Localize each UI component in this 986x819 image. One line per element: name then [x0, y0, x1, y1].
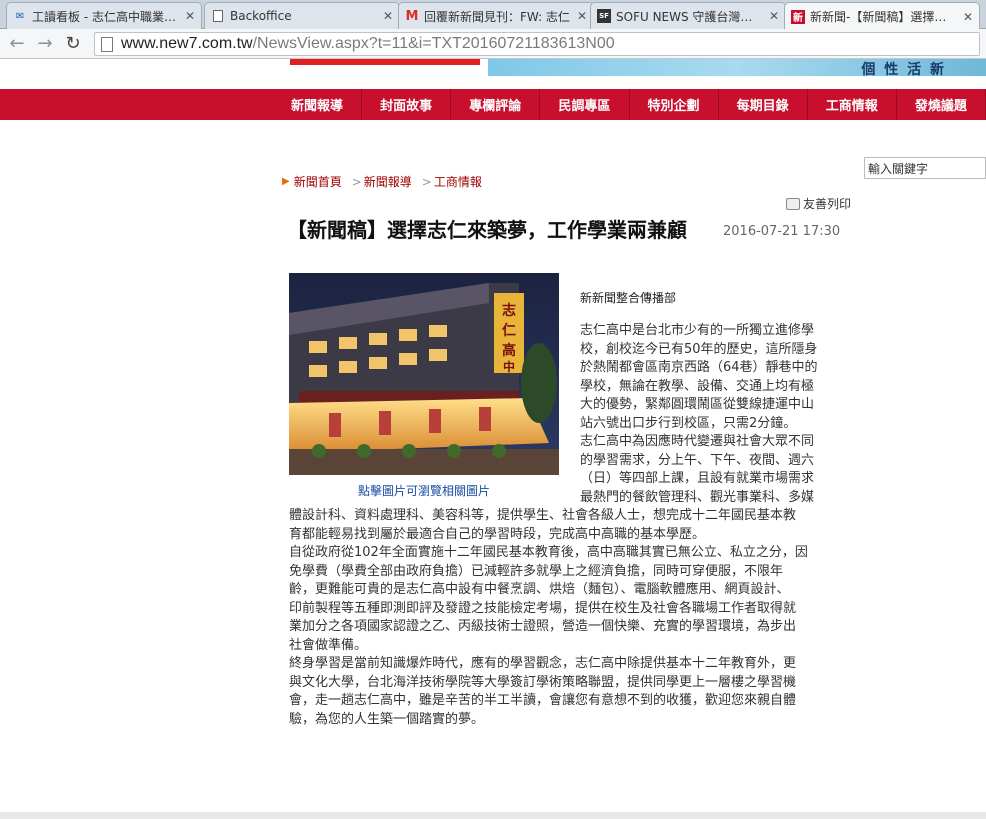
site-logo[interactable]: [290, 59, 480, 65]
article-line: 社會做準備。: [289, 637, 368, 653]
browser-tab-bar: ✉ 工讀看板 - 志仁高中職業進修學校 ✕ Backoffice ✕ M 回覆新…: [0, 0, 986, 30]
article-byline: 新新聞整合傳播部: [580, 291, 677, 305]
breadcrumb-business[interactable]: 工商情報: [434, 173, 482, 190]
close-tab-icon[interactable]: ✕: [769, 9, 779, 23]
article-date: 2016-07-21 17:30: [723, 224, 841, 239]
browser-tab[interactable]: SF SOFU NEWS 守護台灣新聞網 ✕: [590, 2, 786, 29]
article-body-side: 志仁高中是台北市少有的一所獨立進修學 校，創校迄今已有50年的歷史，這所隱身 於…: [580, 322, 850, 507]
article-line: 學校，無論在教學、設備、交通上均有極: [580, 378, 815, 394]
breadcrumb-home[interactable]: 新聞首頁: [294, 173, 342, 190]
nav-item-polls[interactable]: 民調專區: [540, 89, 630, 120]
breadcrumb-separator: >: [351, 174, 362, 189]
main-navigation: 新聞報導 封面故事 專欄評論 民調專區 特別企劃 每期目錄 工商情報 發燒議題: [0, 89, 986, 120]
article-line: （日）等四部上課，且設有就業市場需求: [580, 471, 815, 486]
breadcrumb: ▶ 新聞首頁 > 新聞報導 > 工商情報: [282, 173, 492, 190]
footer-divider: [0, 812, 986, 819]
nav-item-hot-topics[interactable]: 發燒議題: [897, 89, 986, 120]
article-line: 最熱門的餐飲管理科、觀光事業科、多媒: [580, 489, 815, 505]
page-icon: [211, 9, 225, 23]
article-line: 志仁高中為因應時代變遷與社會大眾不同: [580, 434, 815, 449]
svg-text:仁: 仁: [502, 322, 516, 339]
print-friendly-link[interactable]: 友善列印: [786, 195, 851, 212]
back-arrow-icon[interactable]: ←: [6, 33, 28, 55]
article-line: 志仁高中是台北市少有的一所獨立進修學: [580, 323, 815, 338]
article-line: 會，走一趟志仁高中，雖是辛苦的半工半讀，會讓您有意想不到的收獲，歡迎您來親自體: [289, 693, 797, 708]
close-tab-icon[interactable]: ✕: [963, 10, 973, 24]
forward-arrow-icon[interactable]: →: [34, 33, 56, 55]
browser-tab[interactable]: Backoffice ✕: [204, 2, 400, 29]
article-line: 業加分之各項國家認證之乙、丙級技術士證照，營造一個快樂、充實的學習環境，為步出: [289, 619, 797, 634]
article-line: 體設計科、資料處理科、美容科等，提供學生、社會各級人士，想完成十二年國民基本教: [289, 508, 797, 523]
nav-item-business[interactable]: 工商情報: [808, 89, 897, 120]
page-icon: [101, 36, 113, 52]
site-header: 個 性 活 新: [0, 59, 986, 89]
nav-item-special[interactable]: 特別企劃: [630, 89, 719, 120]
nav-item-cover-story[interactable]: 封面故事: [362, 89, 452, 120]
article-line: 免學費（學費全部由政府負擔）已減輕許多就學上之經濟負擔，同時可穿便服，不限年: [289, 563, 784, 579]
article-body: 體設計科、資料處理科、美容科等，提供學生、社會各級人士，想完成十二年國民基本教 …: [289, 507, 849, 729]
browser-toolbar: ← → ↻ www.new7.com.tw/NewsView.aspx?t=11…: [0, 29, 986, 59]
breadcrumb-news[interactable]: 新聞報導: [364, 173, 412, 190]
article-title: 【新聞稿】選擇志仁來築夢，工作學業兩兼顧: [287, 218, 687, 242]
photo-caption-link[interactable]: 點擊圖片可瀏覽相關圖片: [289, 482, 559, 499]
banner-ad[interactable]: 個 性 活 新: [488, 59, 986, 78]
article-line: 驗，為您的人生築一個踏實的夢。: [289, 711, 485, 727]
mail-icon: ✉: [15, 10, 25, 22]
nav-item-news[interactable]: 新聞報導: [273, 89, 363, 120]
article-line: 與文化大學，台北海洋技術學院等大學簽訂學術策略聯盟，提供同學更上一層樓之學習機: [289, 674, 797, 690]
browser-tab[interactable]: ✉ 工讀看板 - 志仁高中職業進修學校 ✕: [6, 2, 202, 29]
article-line: 的學習需求，分上午、下午、夜間、週六: [580, 452, 815, 468]
article-line: 終身學習是當前知識爆炸時代，應有的學習觀念，志仁高中除提供基本十二年教育外，更: [289, 656, 797, 671]
article-line: 齡，更難能可貴的是志仁高中設有中餐烹調、烘焙（麵包）、電腦軟體應用、網頁設計、: [289, 582, 790, 597]
nav-item-issues[interactable]: 每期目錄: [719, 89, 808, 120]
browser-tab-active[interactable]: 新 新新聞-【新聞稿】選擇志仁 ✕: [784, 2, 980, 30]
article-line: 自從政府從102年全面實施十二年國民基本教育後，高中高職其實已無公立、私立之分，…: [289, 545, 808, 560]
svg-text:高: 高: [502, 342, 516, 359]
reload-icon[interactable]: ↻: [62, 33, 84, 55]
svg-text:志: 志: [502, 302, 516, 319]
article-photo[interactable]: 志 仁 高 中: [289, 273, 559, 475]
article-line: 校，創校迄今已有50年的歷史，這所隱身: [580, 341, 818, 357]
close-tab-icon[interactable]: ✕: [383, 9, 393, 23]
printer-icon: [786, 197, 800, 210]
new7-icon: 新: [791, 9, 805, 24]
sofu-icon: SF: [597, 9, 611, 23]
article-line: 於熱鬧都會區南京西路（64巷）靜巷中的: [580, 360, 818, 375]
search-input[interactable]: [864, 157, 986, 179]
article-line: 站六號出口步行到校區，只需2分鐘。: [580, 415, 797, 431]
close-tab-icon[interactable]: ✕: [577, 9, 587, 23]
address-bar[interactable]: www.new7.com.tw/NewsView.aspx?t=11&i=TXT…: [94, 32, 980, 56]
nav-item-columns[interactable]: 專欄評論: [451, 89, 541, 120]
svg-text:中: 中: [503, 359, 515, 374]
breadcrumb-separator: >: [421, 174, 432, 189]
gmail-icon: M: [405, 8, 419, 24]
triangle-right-icon: ▶: [282, 176, 290, 187]
school-building-photo: 志 仁 高 中: [289, 273, 559, 475]
article-line: 印前製程等五種即測即評及發證之技能檢定考場，提供在校生及社會各職場工作者取得就: [289, 600, 797, 616]
close-tab-icon[interactable]: ✕: [185, 9, 195, 23]
article-line: 育都能輕易找到屬於最適合自己的學習時段，完成高中高職的基本學歷。: [289, 526, 706, 542]
article-line: 大的優勢，緊鄰圓環鬧區從雙線捷運中山: [580, 397, 815, 412]
browser-tab[interactable]: M 回覆新新聞見刊：FW: 志仁 ✕: [398, 2, 594, 29]
